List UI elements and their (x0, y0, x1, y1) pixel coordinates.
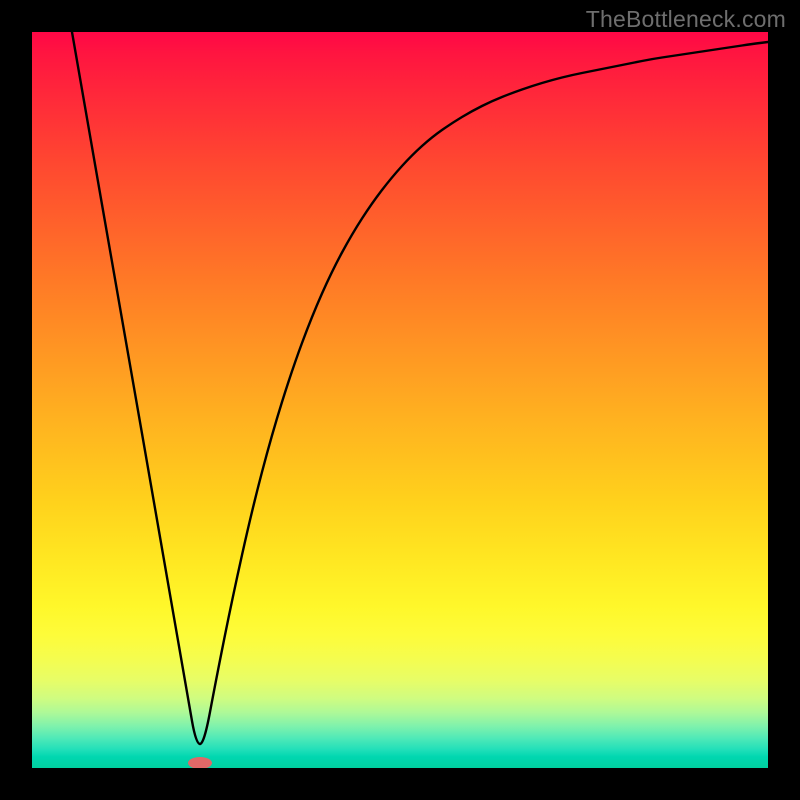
bottleneck-curve (72, 32, 768, 744)
plot-area (32, 32, 768, 768)
optimal-marker (188, 757, 212, 768)
watermark-text: TheBottleneck.com (586, 6, 786, 33)
curve-svg (32, 32, 768, 768)
chart-frame: TheBottleneck.com (0, 0, 800, 800)
